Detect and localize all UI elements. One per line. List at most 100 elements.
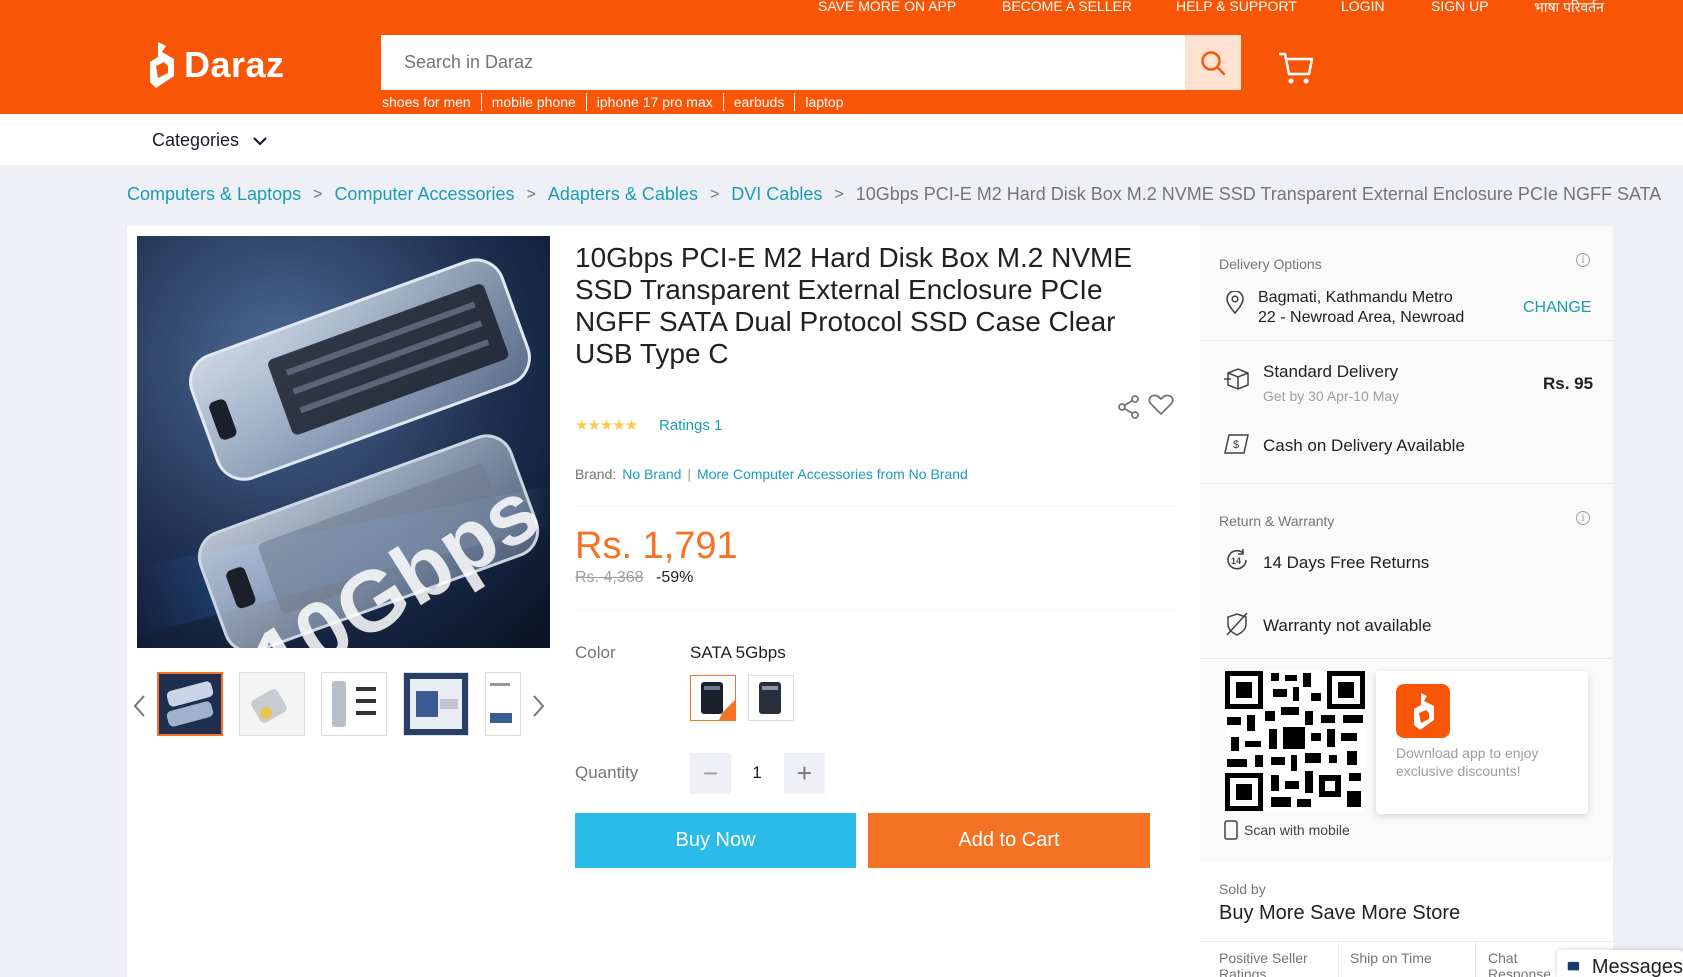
- quantity-label: Quantity: [575, 763, 639, 782]
- suggestion-link[interactable]: laptop: [794, 93, 853, 111]
- breadcrumb-link[interactable]: Computer Accessories: [334, 184, 514, 205]
- svg-text:$: $: [1233, 439, 1239, 451]
- thumbnail-2[interactable]: [239, 672, 305, 736]
- scan-with-mobile-label: Scan with mobile: [1244, 822, 1350, 838]
- original-price: Rs. 4,368: [575, 569, 644, 586]
- chevron-left-icon[interactable]: [132, 694, 146, 718]
- divider: [575, 610, 1175, 611]
- quantity-increase-button[interactable]: +: [784, 753, 825, 794]
- help-support-link[interactable]: HELP & SUPPORT: [1176, 0, 1297, 14]
- delivery-location-line1: Bagmati, Kathmandu Metro: [1258, 289, 1453, 306]
- login-link[interactable]: LOGIN: [1341, 0, 1385, 14]
- change-location-link[interactable]: CHANGE: [1523, 299, 1591, 317]
- ssd-enclosure-image: 10Gbps: [137, 236, 550, 648]
- standard-delivery-eta: Get by 30 Apr-10 May: [1263, 388, 1400, 404]
- search-input[interactable]: [381, 35, 1185, 90]
- share-icon[interactable]: [1118, 395, 1140, 419]
- info-icon[interactable]: i: [1576, 511, 1590, 525]
- info-icon[interactable]: i: [1576, 253, 1590, 267]
- breadcrumb-link[interactable]: Computers & Laptops: [127, 184, 301, 205]
- color-swatch-selected[interactable]: [690, 675, 736, 721]
- daraz-logo[interactable]: Daraz: [148, 42, 285, 88]
- delivery-location-line2: 22 - Newroad Area, Newroad: [1258, 309, 1465, 326]
- suggestion-link[interactable]: earbuds: [722, 93, 795, 111]
- chevron-right-icon: >: [834, 185, 844, 203]
- brand-link[interactable]: No Brand: [622, 466, 681, 482]
- breadcrumb: Computers & Laptops > Computer Accessori…: [127, 184, 1661, 205]
- color-label: Color: [575, 643, 616, 662]
- thumbnail-strip: [127, 672, 552, 738]
- product-main-image[interactable]: 10Gbps: [137, 236, 550, 648]
- divider: [1200, 941, 1613, 942]
- save-more-on-app-link[interactable]: SAVE MORE ON APP: [818, 0, 956, 14]
- breadcrumb-link[interactable]: Adapters & Cables: [548, 184, 698, 205]
- categories-menu[interactable]: Categories: [152, 130, 267, 151]
- ratings-link[interactable]: Ratings 1: [659, 417, 722, 434]
- breadcrumb-current: 10Gbps PCI-E M2 Hard Disk Box M.2 NVME S…: [855, 184, 1662, 204]
- add-to-cart-button[interactable]: Add to Cart: [868, 813, 1150, 868]
- return-warranty-title: Return & Warranty: [1219, 513, 1335, 529]
- message-icon: [1567, 961, 1580, 970]
- seller-metric-ship-on-time: Ship on Time: [1350, 950, 1432, 966]
- become-a-seller-link[interactable]: BECOME A SELLER: [1002, 0, 1132, 14]
- buy-now-button[interactable]: Buy Now: [575, 813, 856, 868]
- signup-link[interactable]: SIGN UP: [1431, 0, 1489, 14]
- cart-button[interactable]: [1277, 50, 1315, 91]
- suggestion-link[interactable]: iphone 17 pro max: [585, 93, 723, 111]
- quantity-value[interactable]: 1: [742, 763, 772, 783]
- divider: [1200, 483, 1613, 484]
- divider: [1200, 340, 1613, 341]
- suggestion-link[interactable]: mobile phone: [480, 93, 586, 111]
- thumbnail-4[interactable]: [403, 672, 469, 736]
- more-from-brand-link[interactable]: More Computer Accessories from No Brand: [697, 466, 968, 482]
- cart-icon: [1279, 52, 1314, 84]
- brand-divider: |: [687, 466, 692, 482]
- sold-by-label: Sold by: [1219, 881, 1266, 897]
- daraz-app-icon: [1396, 684, 1450, 738]
- categories-label: Categories: [152, 130, 240, 150]
- divider: [1338, 942, 1339, 977]
- logo-text: Daraz: [184, 44, 285, 85]
- seller-metric-positive-ratings: Positive Seller Ratings: [1219, 950, 1308, 977]
- heart-icon[interactable]: [1148, 393, 1174, 417]
- messages-button[interactable]: Messages: [1557, 950, 1683, 977]
- quantity-decrease-button[interactable]: −: [690, 753, 731, 794]
- return-icon-text: 14: [1231, 556, 1241, 566]
- delivery-box-icon: [1224, 368, 1249, 390]
- divider: [1200, 658, 1613, 659]
- warranty-label: Warranty not available: [1263, 616, 1432, 635]
- return-14-days-icon: 14: [1227, 549, 1247, 570]
- app-download-card[interactable]: Download app to enjoy exclusive discount…: [1376, 671, 1588, 814]
- cash-on-delivery-label: Cash on Delivery Available: [1263, 436, 1465, 455]
- chevron-right-icon: >: [526, 185, 536, 203]
- thumbnail-3[interactable]: [321, 672, 387, 736]
- chevron-down-icon: [253, 136, 267, 146]
- change-language-link[interactable]: भाषा परिवर्तन: [1534, 0, 1604, 17]
- app-promo-text: Download app to enjoy exclusive discount…: [1396, 745, 1539, 779]
- brand-label: Brand:: [575, 466, 617, 482]
- no-warranty-icon: [1226, 612, 1248, 636]
- search-button[interactable]: [1185, 35, 1241, 90]
- location-pin-icon: [1226, 291, 1244, 315]
- search-bar: [381, 35, 1241, 90]
- color-swatch[interactable]: [748, 675, 794, 721]
- chevron-right-icon[interactable]: [532, 694, 546, 718]
- free-returns-label: 14 Days Free Returns: [1263, 553, 1430, 572]
- chevron-right-icon: >: [313, 185, 323, 203]
- breadcrumb-link[interactable]: DVI Cables: [731, 184, 822, 205]
- search-icon: [1201, 50, 1226, 75]
- divider: [1475, 942, 1476, 977]
- chevron-right-icon: >: [709, 185, 720, 203]
- delivery-options-title: Delivery Options: [1219, 256, 1322, 272]
- standard-delivery-label: Standard Delivery: [1263, 362, 1399, 381]
- current-price: Rs. 1,791: [575, 525, 738, 567]
- thumbnail-1[interactable]: [157, 672, 223, 736]
- search-suggestions: shoes for men mobile phone iphone 17 pro…: [382, 93, 854, 111]
- seller-name-link[interactable]: Buy More Save More Store: [1219, 902, 1460, 925]
- messages-label: Messages: [1591, 956, 1683, 977]
- rating-stars: ★★★★★: [575, 417, 638, 434]
- suggestion-link[interactable]: shoes for men: [382, 93, 481, 111]
- product-title: 10Gbps PCI-E M2 Hard Disk Box M.2 NVME S…: [575, 242, 1133, 369]
- thumbnail-5[interactable]: [485, 672, 521, 736]
- divider: [575, 505, 1175, 506]
